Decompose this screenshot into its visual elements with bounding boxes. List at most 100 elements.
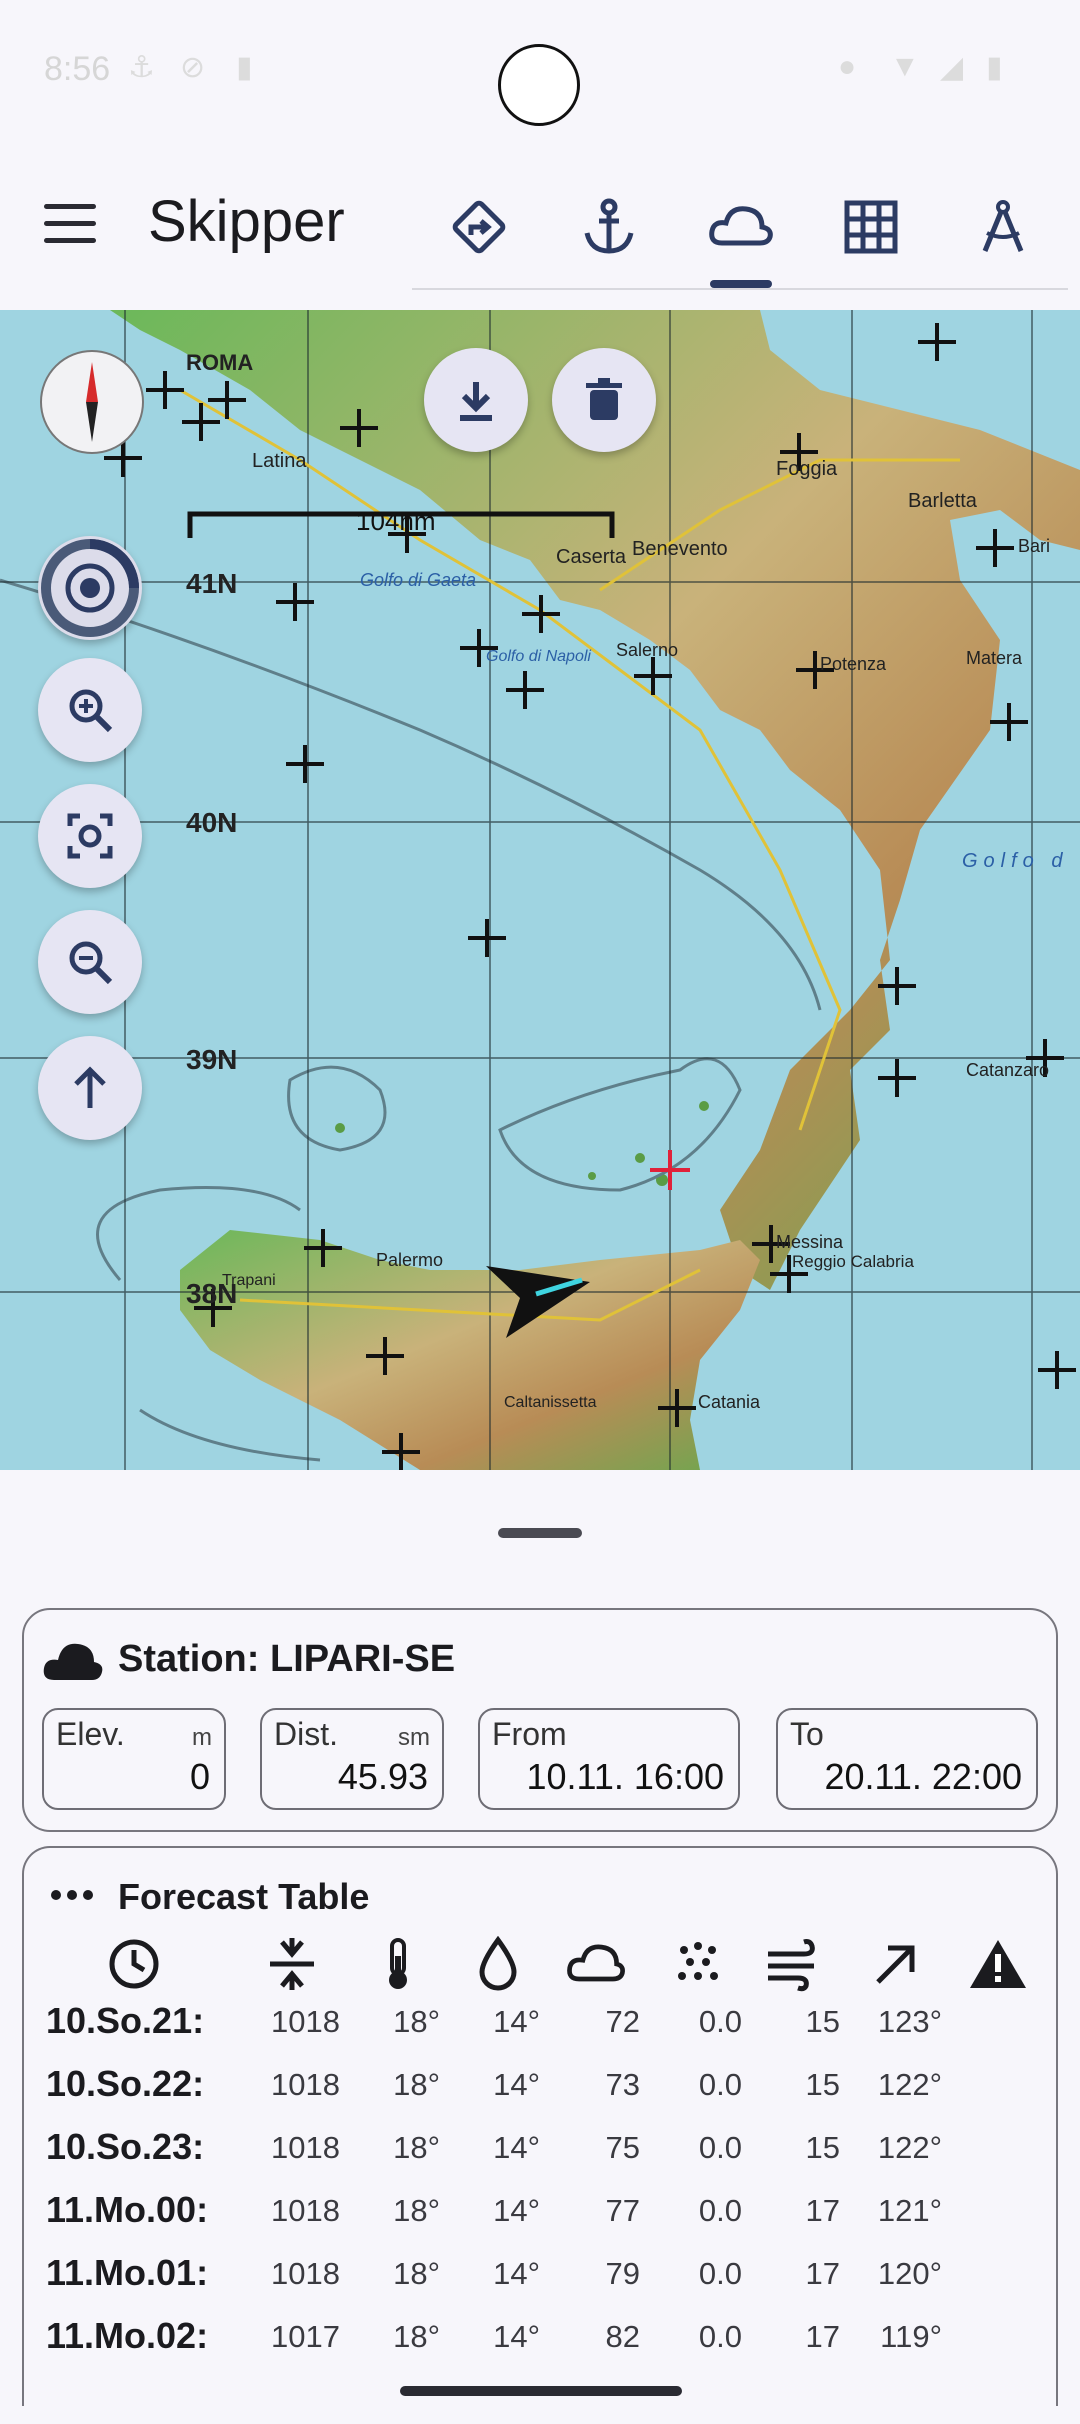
more-options-icon[interactable] (48, 1880, 96, 1915)
station-title: Station: LIPARI-SE (118, 1638, 456, 1680)
trash-icon (586, 378, 622, 420)
elevation-value: 0 (189, 1756, 210, 1797)
location-target-icon (41, 539, 139, 637)
row-dir: 120° (877, 2256, 942, 2291)
compass-button[interactable] (40, 350, 144, 454)
elevation-unit: m (192, 1724, 212, 1751)
distance-label: Dist. (274, 1716, 338, 1752)
row-pressure: 1018 (271, 2193, 340, 2228)
selected-tab-indicator (710, 280, 772, 288)
elevation-field: Elev. m 0 (42, 1708, 226, 1810)
map-label-golfo-napoli: Golfo di Napoli (486, 648, 591, 665)
signal-icon: ◢ (940, 51, 964, 84)
row-precip: 0.0 (698, 2130, 742, 2165)
selected-station-marker (650, 1150, 690, 1190)
precipitation-column-header (668, 1934, 728, 1994)
elevation-label: Elev. (56, 1716, 125, 1752)
forecast-title: Forecast Table (118, 1876, 370, 1917)
cloud-cover-icon (567, 1944, 625, 1982)
scale-label: 104nm (356, 506, 436, 536)
cloud-column-header (566, 1934, 626, 1994)
from-field[interactable]: From 10.11. 16:00 (478, 1708, 740, 1810)
row-precip: 0.0 (698, 2193, 742, 2228)
sheet-drag-handle[interactable] (498, 1528, 582, 1538)
tab-route[interactable] (444, 192, 514, 262)
tab-compass-tool[interactable] (968, 192, 1038, 262)
time-column-header (104, 1934, 164, 1994)
map-label-caserta: Caserta (556, 546, 627, 568)
compass-needle-icon (86, 362, 98, 442)
zoom-out-button[interactable] (38, 910, 142, 1014)
grid-icon (844, 200, 898, 254)
locate-button[interactable] (38, 536, 142, 640)
tab-anchor[interactable] (574, 192, 644, 262)
tab-divider (412, 288, 1068, 290)
row-precip: 0.0 (698, 2319, 742, 2354)
row-dir: 122° (877, 2130, 942, 2165)
map-label-palermo: Palermo (376, 1250, 444, 1270)
gesture-navigation-bar[interactable] (400, 2386, 682, 2396)
row-cloud: 75 (605, 2130, 640, 2165)
row-temp: 18° (393, 2193, 440, 2228)
row-dir: 122° (877, 2067, 942, 2102)
zoom-out-icon (69, 941, 113, 985)
warning-icon (970, 1940, 1026, 1988)
row-date: 10.So.22: (46, 2063, 205, 2104)
distance-value: 45.93 (337, 1756, 428, 1797)
map-label-potenza: Potenza (820, 654, 887, 674)
row-cloud: 77 (605, 2193, 640, 2228)
direction-column-header (866, 1934, 926, 1994)
zoom-in-button[interactable] (38, 658, 142, 762)
download-button[interactable] (424, 348, 528, 452)
dewpoint-column-header (468, 1934, 528, 1994)
tab-grid[interactable] (836, 192, 906, 262)
row-date: 11.Mo.01: (46, 2252, 209, 2293)
row-temp: 18° (393, 2004, 440, 2039)
blocked-status-icon: ⊘ (180, 51, 206, 84)
to-label: To (790, 1716, 824, 1752)
map-label-foggia: Foggia (776, 458, 838, 480)
lat-label-40n: 40N (186, 807, 238, 838)
row-dir: 121° (877, 2193, 942, 2228)
table-row: 11.Mo.02: 1017 18° 14° 82 0.0 17 119° (0, 2315, 1080, 2375)
row-dir: 119° (880, 2319, 942, 2354)
map-view[interactable]: ROMA Latina Caserta Benevento Golfo di G… (0, 310, 1080, 1470)
status-time: 8:56 (44, 50, 111, 88)
row-dew: 14° (493, 2256, 540, 2291)
water-drop-icon (479, 1936, 517, 1991)
row-cloud: 82 (605, 2319, 640, 2354)
to-field[interactable]: To 20.11. 22:00 (776, 1708, 1038, 1810)
delete-button[interactable] (552, 348, 656, 452)
map-label-latina: Latina (252, 450, 307, 472)
precipitation-icon (678, 1942, 718, 1980)
map-label-reggio: Reggio Calabria (792, 1252, 914, 1271)
map-label-bari: Bari (1018, 536, 1051, 556)
row-temp: 18° (393, 2319, 440, 2354)
row-temp: 18° (393, 2067, 440, 2102)
row-pressure: 1018 (271, 2256, 340, 2291)
map-label-caltanissetta: Caltanissetta (504, 1394, 597, 1411)
download-icon (460, 382, 492, 421)
row-date: 11.Mo.00: (46, 2189, 209, 2230)
row-date: 10.So.23: (46, 2126, 205, 2167)
status-bar: 8:56 ⚓ ⊘ ▮ ● ▼ ◢ ▮ (0, 0, 1080, 140)
from-label: From (492, 1716, 567, 1752)
row-cloud: 72 (605, 2004, 640, 2039)
sd-card-icon: ▮ (236, 51, 253, 84)
north-up-button[interactable] (38, 1036, 142, 1140)
app-title: Skipper (148, 189, 345, 254)
temperature-column-header (368, 1934, 428, 1994)
arrow-northeast-icon (876, 1945, 915, 1984)
lat-label-38n: 38N (186, 1278, 238, 1309)
lat-label-39n: 39N (186, 1044, 238, 1075)
row-wind: 15 (805, 2130, 840, 2165)
fit-view-button[interactable] (38, 784, 142, 888)
map-label-salerno: Salerno (616, 640, 679, 660)
cloud-icon (40, 1636, 106, 1689)
pressure-column-header (262, 1934, 322, 1994)
tab-weather[interactable] (706, 192, 776, 262)
row-cloud: 73 (605, 2067, 640, 2102)
row-dir: 123° (877, 2004, 942, 2039)
menu-icon[interactable] (44, 204, 96, 248)
arrow-up-icon (74, 1066, 106, 1108)
